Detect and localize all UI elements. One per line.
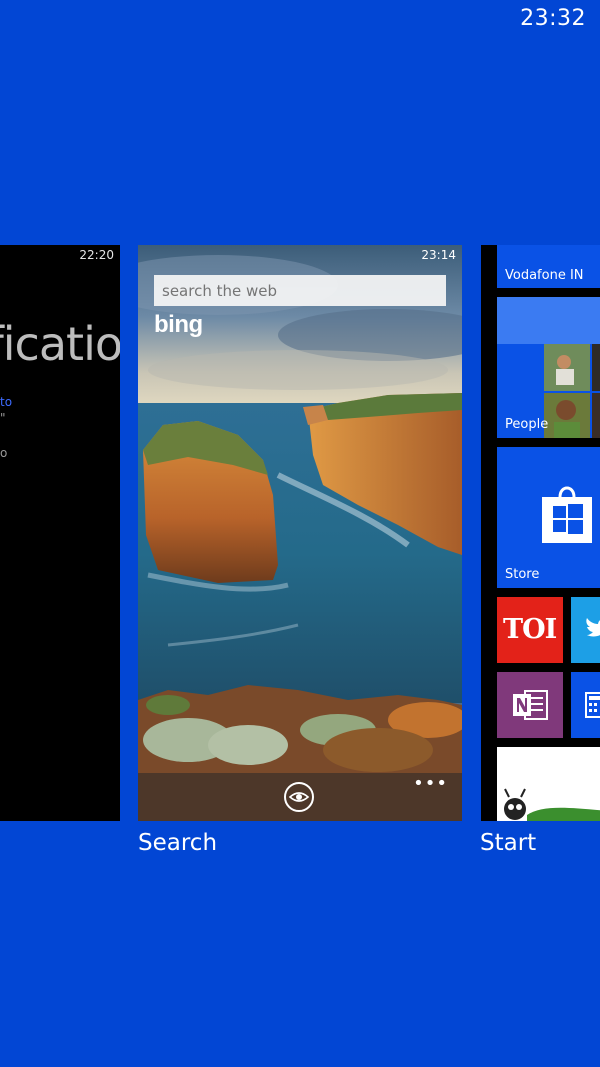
start-card-caption: Start [480,830,537,856]
status-bar-time: 23:32 [520,6,586,31]
toi-logo: TOI [503,614,557,645]
notifications-app-card[interactable]: 22:20 tificatio to " o [0,245,120,821]
eye-icon[interactable] [283,781,315,813]
people-photos [544,344,600,438]
app-mascot-logo [504,788,600,821]
tile-vodafone[interactable]: Vodafone IN [497,245,600,288]
task-switcher-screen: 23:32 22:20 tificatio to " o [0,0,600,1067]
search-app-card[interactable]: 23:14 bing ••• [138,245,462,821]
start-app-card[interactable]: Vodafone IN People Store TOI [481,245,600,821]
notification-line-quote: " [0,411,6,425]
notifications-title: tificatio [0,317,120,371]
search-app-bar: ••• [138,773,462,821]
tile-label: People [505,417,549,432]
bing-search-input[interactable] [154,275,446,306]
people-tile-band [497,297,600,344]
notification-line-link: to [0,395,13,409]
onenote-icon [513,690,548,720]
tile-calculator[interactable] [571,672,600,738]
tile-label: Vodafone IN [505,268,584,283]
tile-onenote[interactable] [497,672,563,738]
card-status-time: 22:20 [79,248,114,262]
twitter-bird-icon [586,618,600,637]
more-options-button[interactable]: ••• [413,773,448,794]
tile-twitter[interactable] [571,597,600,663]
calculator-icon [585,692,600,718]
tile-label: Store [505,567,540,582]
tile-store[interactable]: Store [497,447,600,588]
tile-toi[interactable]: TOI [497,597,563,663]
card-status-time: 23:14 [421,248,456,262]
tile-people[interactable]: People [497,297,600,438]
bing-logo: bing [154,311,203,338]
notification-line-text: o [0,446,8,460]
tile-app-logo[interactable] [497,747,600,821]
store-icon [542,486,592,543]
search-card-caption: Search [138,830,218,856]
